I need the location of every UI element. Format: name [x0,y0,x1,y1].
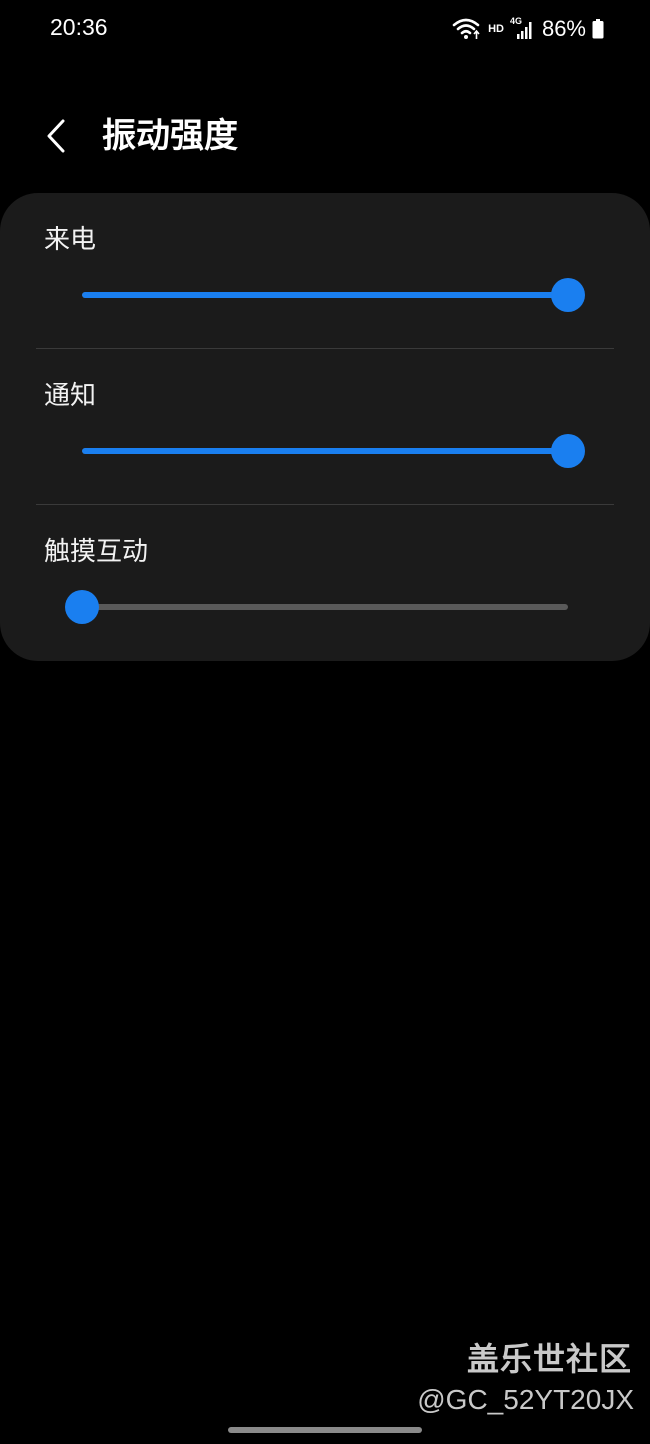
slider-track [82,448,568,454]
slider-thumb[interactable] [551,278,585,312]
setting-row-notification: 通知 [0,349,650,505]
home-indicator[interactable] [228,1427,422,1433]
status-bar: 20:36 HD 4G 86% [0,0,650,60]
hd-badge: HD [488,23,504,35]
setting-row-touch-interaction: 触摸互动 [0,505,650,661]
battery-icon [592,19,604,39]
setting-label: 来电 [44,225,97,255]
touch-interaction-slider[interactable] [65,587,584,627]
chevron-left-icon [47,119,65,153]
notification-slider[interactable] [66,431,585,471]
slider-track [82,604,568,610]
status-icons: HD 4G 86% [452,14,604,44]
page-title: 振动强度 [102,116,238,156]
slider-fill [82,292,568,298]
slider-thumb[interactable] [65,590,99,624]
watermark-user: @GC_52YT20JX [417,1384,634,1415]
setting-label: 触摸互动 [44,537,149,567]
slider-fill [82,448,568,454]
incoming-call-slider[interactable] [66,275,585,315]
signal-icon [516,22,532,39]
battery-percentage: 86% [541,16,586,41]
wifi-icon [452,18,480,39]
setting-label: 通知 [44,381,97,411]
watermark-title: 盖乐世社区 [466,1340,632,1378]
cellular-signal: 4G [510,16,536,42]
vibration-settings-card: 来电 通知 触摸互动 [0,193,650,661]
app-header: 振动强度 [0,100,650,172]
slider-thumb[interactable] [551,434,585,468]
setting-row-incoming-call: 来电 [0,193,650,349]
status-time: 20:36 [50,14,108,40]
slider-track [82,292,568,298]
back-button[interactable] [36,112,76,160]
